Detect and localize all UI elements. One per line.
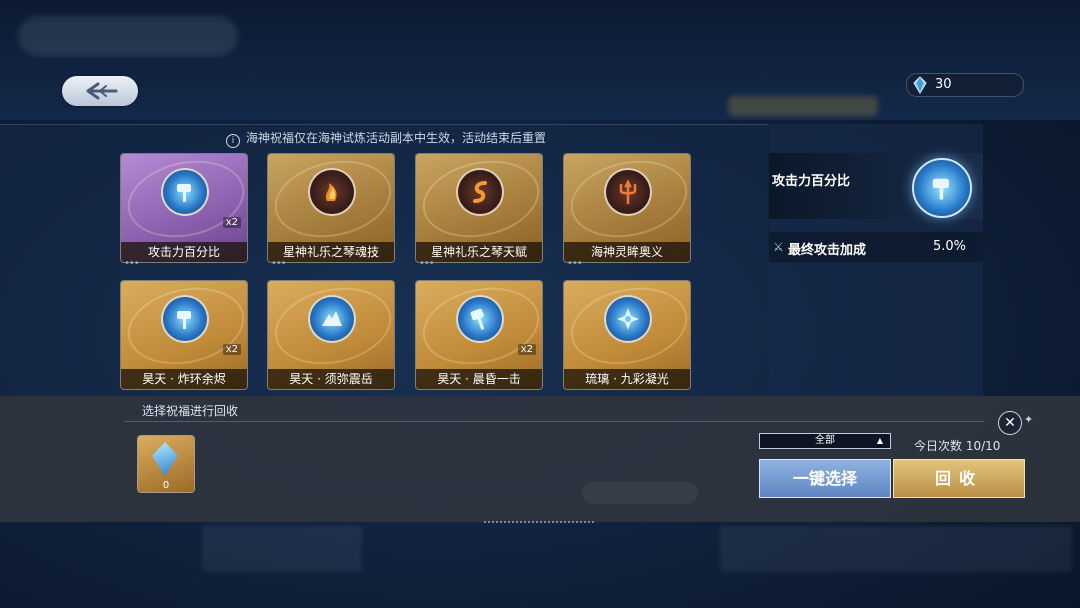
notice-text: i 海神祝福仅在海神试炼活动副本中生效，活动结束后重置: [226, 129, 546, 148]
filter-value: 全部: [815, 435, 835, 446]
blessing-card[interactable]: 昊天 · 须弥震岳: [268, 281, 394, 389]
crystal-icon: [913, 76, 927, 94]
daily-count: 今日次数 10/10: [914, 439, 1001, 453]
blessing-count: x2: [222, 217, 241, 228]
blessing-card[interactable]: 海神灵眸奥义: [564, 154, 690, 262]
divider: [124, 421, 984, 422]
blessing-count: x2: [517, 344, 536, 355]
card-page-dots: •••: [419, 258, 435, 269]
glass-flower-icon: [604, 295, 652, 343]
filter-dropdown[interactable]: 全部 ▲: [759, 433, 891, 449]
blessing-name: 星神礼乐之琴天赋: [416, 242, 542, 262]
hammer-icon: [456, 295, 504, 343]
recycle-button[interactable]: 回收: [893, 459, 1025, 498]
currency-display: 30: [906, 73, 1024, 97]
blessing-name: 星神礼乐之琴魂技: [268, 242, 394, 262]
notice-label: 海神祝福仅在海神试炼活动副本中生效，活动结束后重置: [246, 131, 547, 145]
mountain-icon: [308, 295, 356, 343]
select-all-button[interactable]: 一键选择: [759, 459, 891, 498]
blessing-name: 琉璃 · 九彩凝光: [564, 369, 690, 389]
blurred-header-tab: [728, 96, 878, 116]
blessing-name: 攻击力百分比: [121, 242, 247, 262]
background-blurred-bar: [720, 526, 1072, 572]
stat-value: 5.0%: [933, 239, 967, 254]
hammer-orb-icon: [161, 168, 209, 216]
back-arrow-icon: [86, 82, 118, 100]
close-icon[interactable]: ✕: [998, 411, 1022, 435]
divider: [484, 521, 594, 523]
blessing-count: x2: [222, 344, 241, 355]
blessing-name: 昊天 · 炸环余烬: [121, 369, 247, 389]
blessing-name: 海神灵眸奥义: [564, 242, 690, 262]
trident-icon: [604, 168, 652, 216]
detail-title: 攻击力百分比: [772, 174, 851, 189]
card-page-dots: •••: [124, 258, 140, 269]
card-page-dots: •••: [567, 258, 583, 269]
back-button[interactable]: [62, 76, 138, 106]
blessing-name: 昊天 · 晨昏一击: [416, 369, 542, 389]
sparkle-icon: ✦: [1024, 413, 1034, 426]
blessing-name: 昊天 · 须弥震岳: [268, 369, 394, 389]
recycle-item-count: 0: [162, 480, 170, 491]
blessing-card[interactable]: 琉璃 · 九彩凝光: [564, 281, 690, 389]
blurred-header-title: [18, 16, 238, 56]
recycle-item-slot[interactable]: 0: [138, 436, 194, 492]
currency-value: 30: [935, 77, 952, 92]
blue-crystal-icon: [152, 442, 178, 476]
caret-up-icon: ▲: [876, 436, 883, 445]
blessing-card[interactable]: x2 攻击力百分比: [121, 154, 247, 262]
sword-icon: ⚔: [773, 240, 784, 254]
background-blurred-button: [582, 482, 698, 504]
top-bar: [0, 0, 1080, 120]
recycle-label: 选择祝福进行回收: [142, 404, 239, 418]
card-page-dots: •••: [271, 258, 287, 269]
blessing-card[interactable]: 星神礼乐之琴天赋: [416, 154, 542, 262]
flame-s-icon: [456, 168, 504, 216]
flame-lyre-icon: [308, 168, 356, 216]
blessing-card[interactable]: 星神礼乐之琴魂技: [268, 154, 394, 262]
blessing-card[interactable]: x2 昊天 · 晨昏一击: [416, 281, 542, 389]
hammer-orb-icon: [161, 295, 209, 343]
stat-row: ⚔ 最终攻击加成 5.0%: [769, 232, 983, 262]
info-icon: i: [226, 134, 240, 148]
stat-label: 最终攻击加成: [788, 243, 867, 258]
hammer-orb-icon: [912, 158, 972, 218]
background-blurred-bar: [202, 526, 362, 572]
blessing-card[interactable]: x2 昊天 · 炸环余烬: [121, 281, 247, 389]
